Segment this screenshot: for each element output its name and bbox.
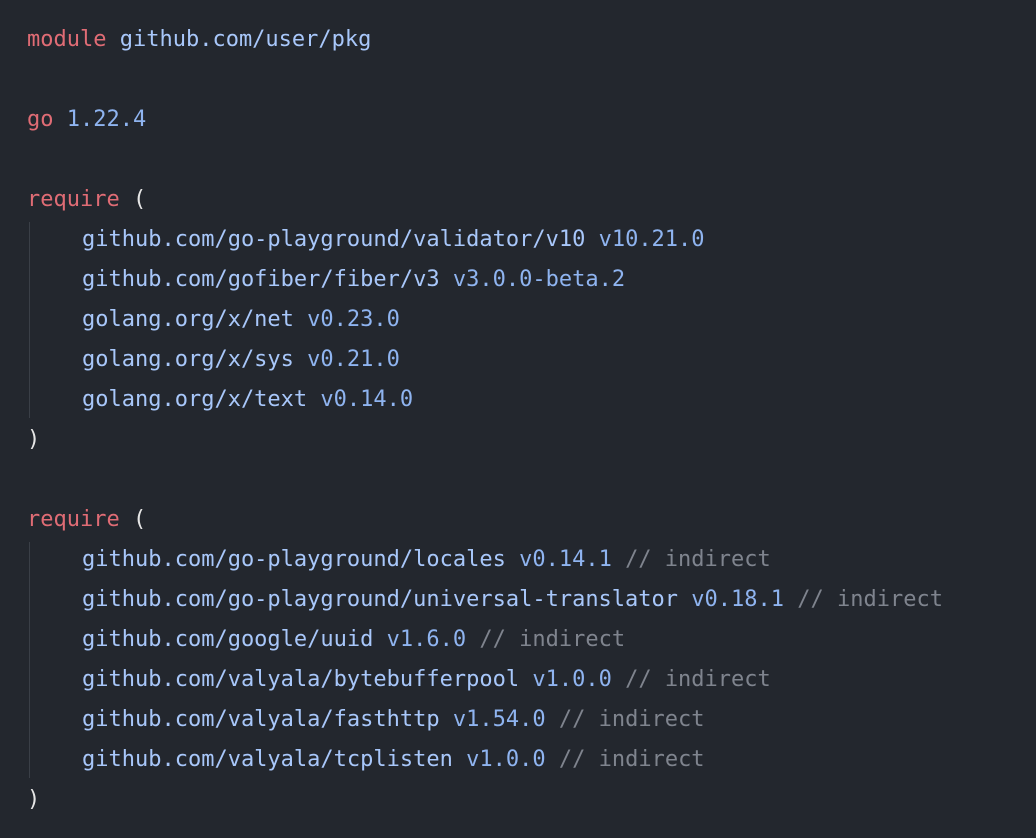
dependency-path: github.com/go-playground/locales: [82, 547, 506, 572]
dependency-path: github.com/google/uuid: [82, 627, 374, 652]
go-keyword: go: [27, 107, 54, 132]
dependency-version: v0.14.1: [519, 547, 612, 572]
code-editor[interactable]: module github.com/user/pkg go 1.22.4 req…: [0, 0, 1036, 838]
go-version-line: go 1.22.4: [27, 100, 146, 140]
open-paren: (: [132, 187, 147, 212]
open-paren: (: [132, 507, 147, 532]
dependency-line: github.com/go-playground/universal-trans…: [82, 580, 943, 620]
require-indirect-close-line: ): [27, 780, 40, 820]
dependency-path: github.com/go-playground/validator/v10: [82, 227, 586, 252]
module-path: github.com/user/pkg: [119, 27, 372, 52]
require-keyword: require: [27, 187, 120, 212]
indirect-comment: // indirect: [558, 707, 705, 732]
dependency-path: github.com/go-playground/universal-trans…: [82, 587, 679, 612]
dependency-version: v3.0.0-beta.2: [452, 267, 626, 292]
dependency-path: golang.org/x/net: [82, 307, 294, 332]
dependency-line: github.com/valyala/fasthttp v1.54.0 // i…: [82, 700, 705, 740]
dependency-line: golang.org/x/text v0.14.0: [82, 380, 413, 420]
close-paren: ): [27, 787, 41, 812]
dependency-version: v1.0.0: [466, 747, 546, 772]
dependency-version: v0.14.0: [320, 387, 414, 412]
go-version: 1.22.4: [66, 107, 147, 132]
require-direct-close-line: ): [27, 420, 40, 460]
dependency-version: v1.54.0: [452, 707, 546, 732]
module-line: module github.com/user/pkg: [27, 20, 371, 60]
dependency-line: github.com/go-playground/validator/v10 v…: [82, 220, 705, 260]
dependency-path: golang.org/x/sys: [82, 347, 294, 372]
indent-guide: [29, 222, 30, 418]
close-paren: ): [27, 427, 41, 452]
dependency-line: github.com/valyala/bytebufferpool v1.0.0…: [82, 660, 771, 700]
dependency-version: v1.0.0: [532, 667, 612, 692]
dependency-path: github.com/valyala/bytebufferpool: [82, 667, 520, 692]
indirect-comment: // indirect: [625, 547, 771, 572]
indirect-comment: // indirect: [479, 627, 626, 652]
require-direct-open-line: require (: [27, 180, 146, 220]
dependency-version: v0.18.1: [691, 587, 784, 612]
dependency-version: v0.23.0: [307, 307, 400, 332]
indirect-comment: // indirect: [625, 667, 771, 692]
dependency-path: golang.org/x/text: [82, 387, 308, 412]
dependency-path: github.com/gofiber/fiber/v3: [82, 267, 440, 292]
dependency-version: v10.21.0: [598, 227, 705, 252]
dependency-line: golang.org/x/sys v0.21.0: [82, 340, 400, 380]
dependency-version: v0.21.0: [307, 347, 400, 372]
dependency-path: github.com/valyala/fasthttp: [82, 707, 440, 732]
dependency-line: golang.org/x/net v0.23.0: [82, 300, 400, 340]
dependency-line: github.com/gofiber/fiber/v3 v3.0.0-beta.…: [82, 260, 625, 300]
indirect-comment: // indirect: [558, 747, 705, 772]
dependency-line: github.com/valyala/tcplisten v1.0.0 // i…: [82, 740, 705, 780]
module-keyword: module: [27, 27, 107, 52]
require-keyword: require: [27, 507, 120, 532]
dependency-line: github.com/go-playground/locales v0.14.1…: [82, 540, 771, 580]
indent-guide: [29, 542, 30, 778]
dependency-path: github.com/valyala/tcplisten: [82, 747, 453, 772]
dependency-version: v1.6.0: [386, 627, 467, 652]
require-indirect-open-line: require (: [27, 500, 146, 540]
indirect-comment: // indirect: [797, 587, 943, 612]
dependency-line: github.com/google/uuid v1.6.0 // indirec…: [82, 620, 625, 660]
